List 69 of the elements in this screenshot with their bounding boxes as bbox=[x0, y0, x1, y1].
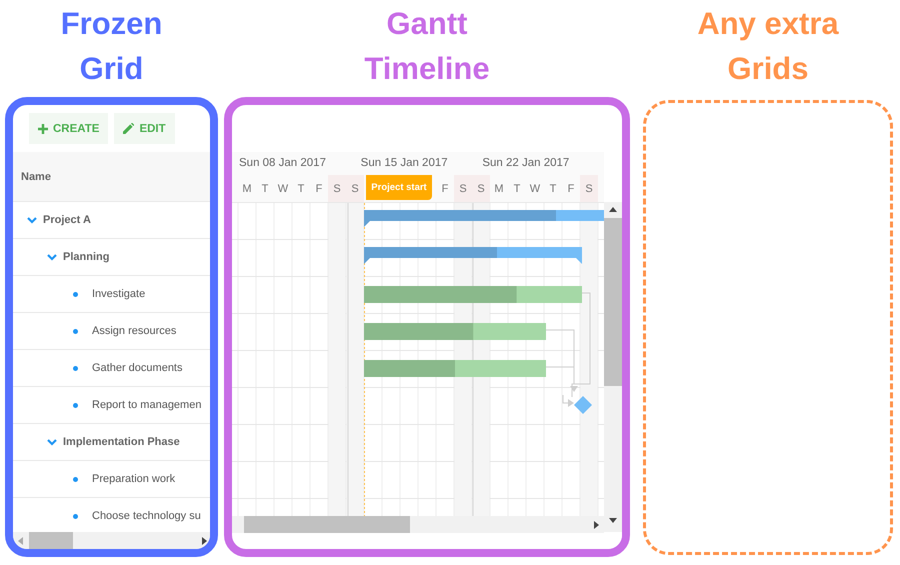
task-name: Report to managemen bbox=[92, 399, 202, 411]
project-start-marker: Project start bbox=[366, 175, 432, 200]
scroll-right-icon[interactable] bbox=[200, 536, 208, 544]
day-label: S bbox=[472, 175, 490, 202]
panel-title: Any extra Grids bbox=[696, 5, 840, 88]
bullet-icon bbox=[73, 328, 78, 334]
task-name: Investigate bbox=[92, 288, 146, 300]
day-label: M bbox=[241, 182, 253, 196]
day-label: F bbox=[566, 182, 576, 196]
summary-bar[interactable] bbox=[364, 247, 582, 264]
summary-bar[interactable] bbox=[364, 210, 604, 227]
scroll-left-icon[interactable] bbox=[17, 536, 25, 544]
day-label: T bbox=[548, 182, 558, 196]
plus-icon bbox=[38, 124, 48, 134]
day-label: W bbox=[528, 182, 542, 196]
day-label: T bbox=[512, 182, 522, 196]
scrollbar-thumb[interactable] bbox=[244, 516, 410, 533]
task-row[interactable]: Preparation work bbox=[13, 461, 210, 498]
task-row[interactable]: Project A bbox=[13, 202, 210, 239]
task-row[interactable]: Investigate bbox=[13, 276, 210, 313]
chevron-icon[interactable] bbox=[47, 254, 57, 260]
day-label: S bbox=[580, 175, 598, 202]
bullet-icon bbox=[73, 366, 78, 370]
horizontal-scrollbar[interactable] bbox=[13, 532, 210, 549]
week-label: Sun 15 Jan 2017 bbox=[360, 156, 449, 171]
day-label: W bbox=[276, 182, 290, 196]
bullet-icon bbox=[73, 402, 78, 408]
day-label: F bbox=[440, 182, 450, 196]
pencil-icon bbox=[123, 123, 134, 134]
task-name: Implementation Phase bbox=[63, 436, 180, 448]
task-name: Preparation work bbox=[92, 473, 176, 485]
day-label: S bbox=[454, 175, 472, 202]
bullet-icon bbox=[73, 514, 78, 518]
scrollbar-thumb[interactable] bbox=[29, 532, 73, 549]
task-row[interactable]: Report to managemen bbox=[13, 387, 210, 424]
scroll-right-icon[interactable] bbox=[592, 520, 600, 528]
horizontal-scrollbar[interactable] bbox=[232, 516, 604, 533]
vertical-scrollbar[interactable] bbox=[604, 202, 622, 532]
task-name: Choose technology su bbox=[92, 510, 201, 522]
bullet-icon bbox=[73, 476, 78, 482]
bullet-icon bbox=[73, 292, 78, 296]
task-row[interactable]: Planning bbox=[13, 239, 210, 276]
task-name: Project A bbox=[43, 214, 91, 226]
day-label: F bbox=[314, 182, 324, 196]
scroll-up-icon[interactable] bbox=[609, 206, 617, 214]
panel-title: Gantt Timeline bbox=[363, 5, 491, 88]
task-row[interactable]: Assign resources bbox=[13, 313, 210, 350]
week-label: Sun 08 Jan 2017 bbox=[239, 156, 327, 171]
task-row[interactable]: Implementation Phase bbox=[13, 424, 210, 461]
milestone-diamond[interactable] bbox=[574, 396, 592, 414]
chevron-icon[interactable] bbox=[27, 216, 37, 224]
scrollbar-thumb[interactable] bbox=[604, 218, 622, 386]
day-label: M bbox=[493, 182, 505, 196]
task-bar[interactable] bbox=[364, 360, 546, 377]
week-label: Sun 22 Jan 2017 bbox=[482, 156, 570, 171]
task-name: Assign resources bbox=[92, 325, 176, 337]
column-header[interactable]: Name bbox=[13, 152, 210, 202]
day-label: S bbox=[328, 175, 346, 202]
day-label: S bbox=[346, 175, 364, 202]
day-label: T bbox=[296, 182, 306, 196]
task-row[interactable]: Gather documents bbox=[13, 350, 210, 387]
panel-title: Frozen Grid bbox=[60, 5, 164, 88]
task-bar[interactable] bbox=[364, 286, 582, 303]
day-label: T bbox=[260, 182, 270, 196]
scroll-down-icon[interactable] bbox=[609, 516, 617, 524]
task-name: Gather documents bbox=[92, 362, 182, 374]
task-name: Planning bbox=[63, 251, 110, 263]
task-bar[interactable] bbox=[364, 323, 546, 340]
chevron-icon[interactable] bbox=[47, 438, 57, 446]
